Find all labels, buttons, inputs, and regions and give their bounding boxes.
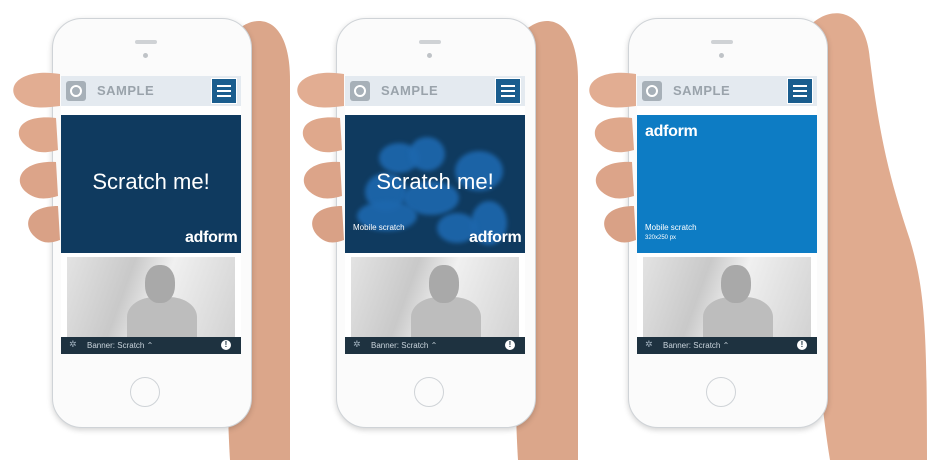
- hand-front: [13, 72, 60, 243]
- phone-scene-2: SAMPLE Scratch me! Mobile scratch adform: [288, 0, 578, 460]
- phone-scene-1: SAMPLE Scratch me! adform ✲ Banner: Scra…: [0, 0, 290, 460]
- hand-front: [297, 72, 344, 243]
- phone-scene-3: SAMPLE adform Mobile scratch 320x250 px …: [580, 0, 927, 460]
- hand-front: [589, 72, 636, 243]
